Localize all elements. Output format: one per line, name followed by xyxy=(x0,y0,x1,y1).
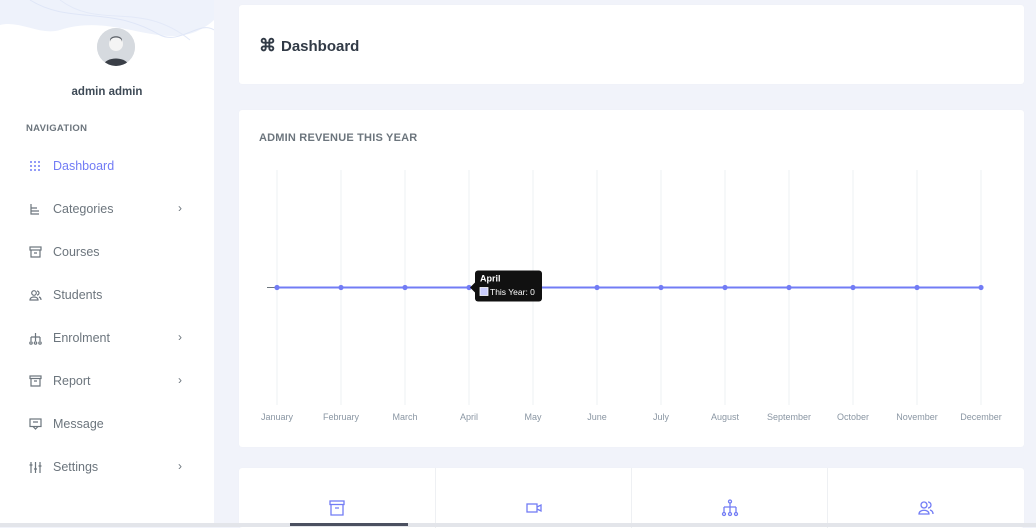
horizontal-scrollbar[interactable] xyxy=(0,523,1036,527)
tooltip-title: April xyxy=(480,274,501,284)
stats-card xyxy=(239,468,1024,528)
user-name[interactable]: admin admin xyxy=(0,86,214,98)
users-icon xyxy=(917,499,935,522)
stat-tile-enrolments[interactable] xyxy=(632,468,828,528)
data-point[interactable] xyxy=(402,284,408,291)
sidebar-item-report[interactable]: Report › xyxy=(0,363,214,399)
video-icon xyxy=(525,499,543,522)
page-title-text: Dashboard xyxy=(281,37,360,55)
x-tick-label: December xyxy=(960,412,1002,422)
sidebar-item-courses[interactable]: Courses xyxy=(0,234,214,270)
data-point[interactable] xyxy=(338,284,344,291)
stat-tile-students[interactable] xyxy=(828,468,1024,528)
data-point[interactable] xyxy=(594,284,600,291)
grid-dots-icon xyxy=(28,159,42,173)
sliders-icon xyxy=(28,460,42,474)
tooltip-pointer xyxy=(470,282,475,293)
x-tick-label: November xyxy=(896,412,938,422)
x-tick-label: April xyxy=(460,412,478,422)
x-tick-label: July xyxy=(653,412,670,422)
archive-icon xyxy=(28,245,42,259)
data-point[interactable] xyxy=(786,284,792,291)
sidebar-item-categories[interactable]: Categories › xyxy=(0,191,214,227)
x-tick-label: August xyxy=(711,412,740,422)
data-point[interactable] xyxy=(274,284,280,291)
avatar[interactable] xyxy=(97,28,135,66)
revenue-line-chart[interactable]: January February March April May June July Augu… xyxy=(239,110,1024,447)
x-tick-label: February xyxy=(323,412,360,422)
data-point[interactable] xyxy=(722,284,728,291)
sidebar-item-label: Enrolment xyxy=(53,331,110,345)
page-title: ⌘ Dashboard xyxy=(259,36,359,56)
sidebar-item-settings[interactable]: Settings › xyxy=(0,449,214,485)
data-point[interactable] xyxy=(850,284,856,291)
box-icon xyxy=(28,374,42,388)
scrollbar-thumb[interactable] xyxy=(290,523,408,526)
revenue-chart-card: ADMIN REVENUE THIS YEAR January February M… xyxy=(239,110,1024,447)
sitemap-icon xyxy=(721,499,739,522)
nav-section-title: NAVIGATION xyxy=(26,123,88,134)
sidebar-item-enrolment[interactable]: Enrolment › xyxy=(0,320,214,356)
page-title-card: ⌘ Dashboard xyxy=(239,5,1024,84)
chevron-right-icon: › xyxy=(178,373,182,387)
x-tick-label: October xyxy=(837,412,869,422)
chevron-right-icon: › xyxy=(178,330,182,344)
stat-tile-courses[interactable] xyxy=(239,468,436,528)
chevron-right-icon: › xyxy=(178,459,182,473)
x-tick-label: May xyxy=(524,412,542,422)
x-tick-label: March xyxy=(392,412,417,422)
chevron-right-icon: › xyxy=(178,201,182,215)
data-point[interactable] xyxy=(914,284,920,291)
tooltip-label: This Year: 0 xyxy=(490,287,535,297)
sidebar-item-label: Categories xyxy=(53,202,114,216)
x-tick-label: June xyxy=(587,412,607,422)
data-point[interactable] xyxy=(658,284,664,291)
sidebar-item-label: Message xyxy=(53,417,104,431)
sidebar-item-label: Courses xyxy=(53,245,100,259)
sidebar: admin admin NAVIGATION Dashboard Categor… xyxy=(0,0,214,527)
sidebar-item-label: Students xyxy=(53,288,103,302)
command-icon: ⌘ xyxy=(259,36,276,55)
sitemap-icon xyxy=(28,331,42,345)
x-tick-label: September xyxy=(767,412,811,422)
users-icon xyxy=(28,288,42,302)
sidebar-item-message[interactable]: Message xyxy=(0,406,214,442)
sidebar-item-label: Report xyxy=(53,374,91,388)
stat-tile-videos[interactable] xyxy=(436,468,632,528)
archive-icon xyxy=(328,499,346,522)
sidebar-item-label: Dashboard xyxy=(53,159,115,173)
sidebar-item-label: Settings xyxy=(53,460,99,474)
message-icon xyxy=(28,417,42,431)
data-point[interactable] xyxy=(978,284,984,291)
hierarchy-icon xyxy=(28,202,42,216)
tooltip-swatch xyxy=(479,287,489,296)
sidebar-item-dashboard[interactable]: Dashboard xyxy=(0,148,214,184)
chart-tooltip: April This Year: 0 xyxy=(470,270,542,302)
x-tick-label: January xyxy=(261,412,294,422)
sidebar-item-students[interactable]: Students xyxy=(0,277,214,313)
